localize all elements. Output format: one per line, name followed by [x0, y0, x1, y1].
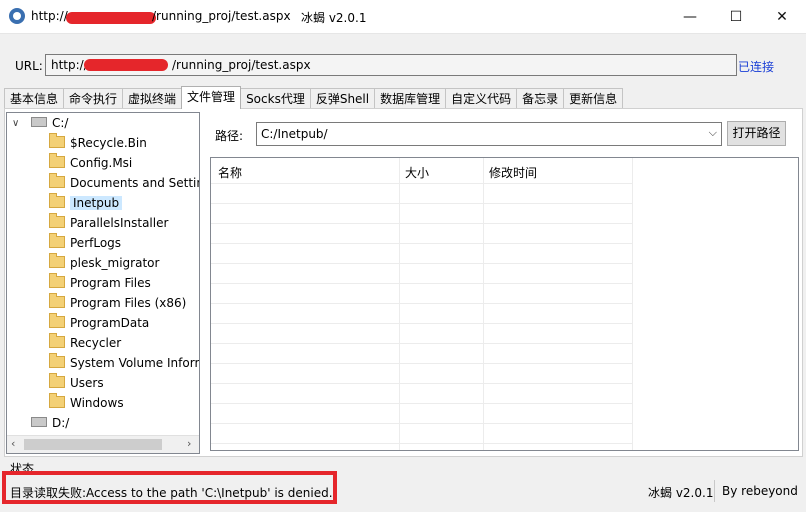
tab-memo[interactable]: 备忘录 — [516, 88, 565, 109]
directory-tree[interactable]: ∨ C:/ $Recycle.Bin Config.Msi Documents … — [6, 112, 200, 454]
tab-socks-proxy[interactable]: Socks代理 — [240, 88, 311, 109]
tree-folder[interactable]: Recycler — [49, 333, 121, 353]
column-divider — [399, 158, 400, 450]
row-divider — [211, 243, 632, 244]
folder-icon — [49, 133, 65, 148]
folder-icon — [49, 213, 65, 228]
drive-icon — [31, 117, 47, 127]
folder-icon — [49, 353, 65, 368]
tab-basic-info[interactable]: 基本信息 — [4, 88, 65, 109]
tab-database-manager[interactable]: 数据库管理 — [374, 88, 447, 109]
folder-icon — [49, 153, 65, 168]
tree-folder[interactable]: Windows — [49, 393, 124, 413]
title-bar: http:// /running_proj/test.aspx 冰蝎 v2.0.… — [0, 0, 806, 34]
folder-icon — [49, 193, 65, 208]
tree-folder-selected[interactable]: Inetpub — [49, 193, 123, 213]
tree-folder[interactable]: $Recycle.Bin — [49, 133, 147, 153]
row-divider — [211, 363, 632, 364]
chevron-down-icon[interactable]: ⌵ — [709, 126, 717, 140]
tree-folder[interactable]: Documents and Settin — [49, 173, 199, 193]
path-value: C:/Inetpub/ — [261, 127, 328, 141]
minimize-button[interactable]: — — [667, 0, 713, 33]
expand-chevron-icon[interactable]: ∨ — [12, 118, 22, 129]
tab-update-info[interactable]: 更新信息 — [563, 88, 624, 109]
redaction-mark — [66, 12, 156, 24]
file-list-table[interactable]: 名称 大小 修改时间 — [210, 157, 799, 451]
tab-custom-code[interactable]: 自定义代码 — [445, 88, 518, 109]
tree-horizontal-scrollbar[interactable]: ‹ › — [7, 435, 199, 453]
status-bar: 目录读取失败:Access to the path 'C:\Inetpub' i… — [0, 471, 806, 512]
url-suffix: /running_proj/test.aspx — [172, 58, 311, 72]
path-label: 路径: — [215, 129, 244, 143]
folder-icon — [49, 173, 65, 188]
scroll-right-icon[interactable]: › — [187, 437, 191, 450]
scrollbar-thumb[interactable] — [24, 439, 162, 450]
tree-folder[interactable]: Config.Msi — [49, 153, 132, 173]
column-header-modified[interactable]: 修改时间 — [489, 164, 537, 181]
status-version: 冰蝎 v2.0.1 — [648, 486, 714, 500]
tree-folder[interactable]: Users — [49, 373, 104, 393]
column-header-size[interactable]: 大小 — [405, 164, 429, 181]
column-header-name[interactable]: 名称 — [218, 164, 242, 181]
row-divider — [211, 443, 632, 444]
path-combobox[interactable]: C:/Inetpub/ ⌵ — [256, 122, 722, 146]
tree-folder[interactable]: Program Files — [49, 273, 151, 293]
drive-icon — [31, 417, 47, 427]
row-divider — [211, 183, 632, 184]
row-divider — [211, 283, 632, 284]
row-divider — [211, 203, 632, 204]
tree-folder[interactable]: System Volume Inform — [49, 353, 199, 373]
url-label: URL: — [15, 59, 43, 73]
tree-drive-c[interactable]: C:/ — [31, 113, 68, 133]
connection-status: 已连接 — [738, 60, 775, 74]
tree-folder[interactable]: Program Files (x86) — [49, 293, 186, 313]
row-divider — [211, 403, 632, 404]
maximize-button[interactable]: ☐ — [713, 0, 759, 33]
row-divider — [211, 303, 632, 304]
tree-folder[interactable]: ParallelsInstaller — [49, 213, 168, 233]
tab-virtual-terminal[interactable]: 虚拟终端 — [122, 88, 183, 109]
open-path-button[interactable]: 打开路径 — [727, 121, 786, 146]
url-row: URL: http:// /running_proj/test.aspx 已连接 — [0, 44, 806, 88]
redaction-mark — [84, 59, 168, 71]
column-divider — [632, 158, 633, 450]
folder-icon — [49, 233, 65, 248]
row-divider — [211, 223, 632, 224]
tab-reverse-shell[interactable]: 反弹Shell — [309, 88, 376, 109]
row-divider — [211, 343, 632, 344]
row-divider — [211, 323, 632, 324]
title-url-prefix: http:// — [31, 9, 68, 23]
app-logo-icon — [9, 8, 25, 24]
tab-file-manager[interactable]: 文件管理 — [181, 86, 242, 109]
folder-icon — [49, 273, 65, 288]
title-url-suffix: /running_proj/test.aspx — [152, 9, 291, 23]
column-divider — [483, 158, 484, 450]
folder-icon — [49, 373, 65, 388]
folder-icon — [49, 253, 65, 268]
title-app-name: 冰蝎 v2.0.1 — [301, 11, 367, 25]
folder-icon — [49, 313, 65, 328]
tab-command-exec[interactable]: 命令执行 — [63, 88, 124, 109]
status-divider — [714, 480, 715, 502]
tree-folder[interactable]: plesk_migrator — [49, 253, 159, 273]
tree-folder[interactable]: ProgramData — [49, 313, 149, 333]
row-divider — [211, 263, 632, 264]
close-button[interactable]: ✕ — [759, 0, 805, 33]
row-divider — [211, 383, 632, 384]
folder-icon — [49, 393, 65, 408]
highlight-box — [2, 471, 337, 504]
folder-icon — [49, 333, 65, 348]
tree-drive-d[interactable]: D:/ — [31, 413, 69, 433]
row-divider — [211, 423, 632, 424]
url-field[interactable]: http:// /running_proj/test.aspx — [45, 54, 737, 76]
url-prefix: http:// — [51, 58, 88, 72]
status-author: By rebeyond — [722, 484, 798, 498]
tree-folder[interactable]: PerfLogs — [49, 233, 121, 253]
scroll-left-icon[interactable]: ‹ — [11, 437, 15, 450]
folder-icon — [49, 293, 65, 308]
tab-bar: 基本信息 命令执行 虚拟终端 文件管理 Socks代理 反弹Shell 数据库管… — [4, 86, 624, 109]
